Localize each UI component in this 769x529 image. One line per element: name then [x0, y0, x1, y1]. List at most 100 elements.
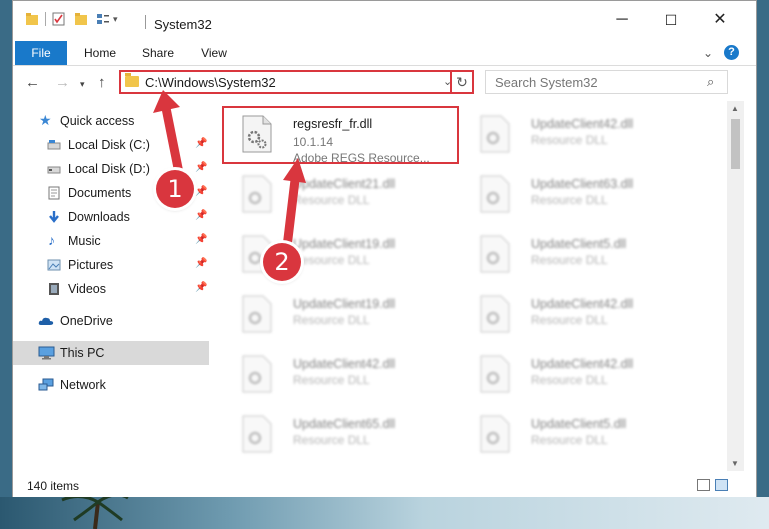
file-name: UpdateClient42.dll [293, 357, 396, 371]
new-folder-icon[interactable] [74, 12, 88, 26]
file-highlight-box [222, 106, 459, 164]
forward-arrow-icon[interactable]: → [55, 74, 70, 91]
downloads-icon [49, 211, 59, 223]
title-bar: ▾ System32 ─ ☐ ✕ [13, 1, 756, 39]
dll-file-icon [242, 415, 272, 453]
file-description: Resource DLL [531, 373, 608, 387]
pin-icon[interactable]: 📌 [195, 282, 207, 293]
file-item[interactable]: UpdateClient42.dll Resource DLL [231, 347, 456, 407]
vertical-scrollbar[interactable]: ▲ ▼ [727, 101, 744, 471]
sidebar-item-label: Quick access [60, 114, 135, 128]
scroll-down-icon[interactable]: ▼ [731, 459, 739, 468]
dll-file-icon [242, 355, 272, 393]
drive-icon [47, 140, 61, 150]
sidebar-item-label: Videos [68, 282, 106, 296]
file-description: Resource DLL [531, 193, 608, 207]
sidebar-item-quick-access[interactable]: ★ Quick access [13, 109, 209, 133]
file-description: Resource DLL [531, 313, 608, 327]
drive-icon [47, 166, 61, 174]
minimize-button[interactable]: ─ [607, 9, 637, 31]
file-item[interactable]: UpdateClient42.dll Resource DLL [469, 287, 694, 347]
sidebar-item-local-disk-c[interactable]: Local Disk (C:) 📌 [13, 133, 209, 157]
videos-icon [49, 283, 59, 295]
sidebar-item-label: OneDrive [60, 314, 113, 328]
file-name: UpdateClient65.dll [293, 417, 396, 431]
dll-file-icon [242, 175, 272, 213]
back-arrow-icon[interactable]: ← [25, 74, 40, 91]
address-path: C:\Windows\System32 [145, 75, 276, 90]
close-button[interactable]: ✕ [705, 9, 735, 31]
recent-locations-icon[interactable]: ▾ [80, 79, 85, 90]
pin-icon[interactable]: 📌 [195, 258, 207, 269]
file-description: Resource DLL [531, 433, 608, 447]
file-description: Resource DLL [531, 253, 608, 267]
search-icon: ⌕ [707, 74, 715, 89]
sidebar-item-videos[interactable]: Videos 📌 [13, 277, 209, 301]
pin-icon[interactable]: 📌 [195, 162, 207, 173]
pin-icon[interactable]: 📌 [195, 234, 207, 245]
rename-icon[interactable] [96, 12, 110, 26]
cloud-icon [38, 317, 54, 325]
title-separator [145, 15, 146, 29]
file-name: UpdateClient42.dll [531, 117, 634, 131]
toolbar-separator [45, 12, 46, 26]
help-button[interactable]: ? [724, 45, 739, 60]
file-description: Resource DLL [293, 433, 370, 447]
file-item[interactable]: UpdateClient5.dll Resource DLL [469, 407, 694, 467]
quick-access-toolbar: ▾ [25, 12, 118, 26]
window-title: System32 [154, 17, 212, 32]
properties-icon[interactable] [52, 12, 66, 26]
file-item[interactable]: UpdateClient42.dll Resource DLL [469, 347, 694, 407]
maximize-button[interactable]: ☐ [656, 9, 686, 31]
tab-home[interactable]: Home [77, 41, 123, 65]
refresh-button[interactable]: ↻ [450, 70, 474, 94]
sidebar-item-pictures[interactable]: Pictures 📌 [13, 253, 209, 277]
network-icon [38, 378, 54, 391]
tab-share[interactable]: Share [135, 41, 181, 65]
ribbon-tabs: File Home Share View ⌄ ? [13, 41, 756, 66]
address-bar[interactable]: C:\Windows\System32 ⌄ [119, 70, 469, 94]
file-name: UpdateClient19.dll [293, 297, 396, 311]
item-count: 140 items [27, 479, 80, 493]
folder-icon[interactable] [25, 12, 39, 26]
sidebar-item-label: Local Disk (D:) [68, 162, 150, 176]
sidebar-item-label: Music [68, 234, 101, 248]
file-description: Resource DLL [531, 133, 608, 147]
music-icon: ♪ [48, 232, 55, 248]
dll-file-icon [242, 295, 272, 333]
dll-file-icon [480, 415, 510, 453]
sidebar-item-network[interactable]: Network [13, 373, 209, 397]
details-view-icon[interactable] [697, 479, 710, 491]
callout-step-1: 1 [156, 170, 194, 208]
up-arrow-icon[interactable]: ↑ [98, 74, 106, 91]
dll-file-icon [480, 115, 510, 153]
sidebar-item-label: Local Disk (C:) [68, 138, 150, 152]
file-name: UpdateClient63.dll [531, 177, 634, 191]
large-icons-view-icon[interactable] [715, 479, 728, 491]
file-item[interactable]: UpdateClient65.dll Resource DLL [231, 407, 456, 467]
sidebar-item-onedrive[interactable]: OneDrive [13, 309, 209, 333]
customize-dropdown-icon[interactable]: ▾ [113, 14, 118, 25]
file-item[interactable]: UpdateClient42.dll Resource DLL [469, 107, 694, 167]
expand-ribbon-icon[interactable]: ⌄ [703, 46, 713, 60]
file-item[interactable]: UpdateClient63.dll Resource DLL [469, 167, 694, 227]
sidebar-item-music[interactable]: ♪ Music 📌 [13, 229, 209, 253]
pin-icon[interactable]: 📌 [195, 210, 207, 221]
sidebar-item-downloads[interactable]: Downloads 📌 [13, 205, 209, 229]
sidebar-item-label: Network [60, 378, 106, 392]
file-name: UpdateClient19.dll [293, 237, 396, 251]
file-item[interactable]: UpdateClient21.dll Resource DLL [231, 167, 456, 227]
scroll-up-icon[interactable]: ▲ [731, 104, 739, 113]
tab-file[interactable]: File [15, 41, 67, 65]
pin-icon[interactable]: 📌 [195, 138, 207, 149]
file-item[interactable]: UpdateClient5.dll Resource DLL [469, 227, 694, 287]
pin-icon[interactable]: 📌 [195, 186, 207, 197]
search-input[interactable]: Search System32 ⌕ [485, 70, 728, 94]
sidebar-item-this-pc[interactable]: This PC [13, 341, 209, 365]
tab-view[interactable]: View [191, 41, 237, 65]
folder-icon [125, 73, 139, 87]
scrollbar-thumb[interactable] [731, 119, 740, 169]
sidebar-item-label: Documents [68, 186, 132, 200]
file-item[interactable]: UpdateClient19.dll Resource DLL [231, 287, 456, 347]
documents-icon [48, 186, 60, 200]
